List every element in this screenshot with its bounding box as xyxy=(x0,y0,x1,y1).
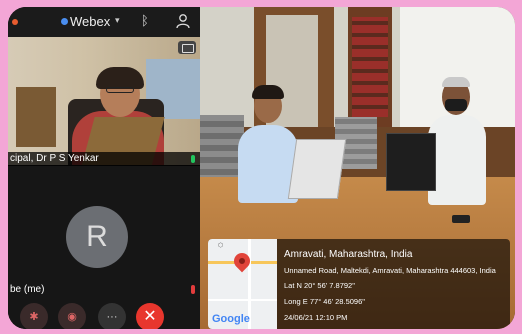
books xyxy=(352,17,388,117)
speaker-hair xyxy=(96,67,144,89)
remote-participant-name: cipal, Dr P S Yenkar xyxy=(10,153,99,164)
video-toggle-button[interactable]: ◉ xyxy=(58,303,86,329)
video-shelf xyxy=(16,87,56,147)
person-left-hair xyxy=(252,85,284,99)
avatar[interactable]: R xyxy=(66,206,128,268)
photo-collage: Webex ▾ ᛒ cipal, Dr P S Yenkar R be (me)… xyxy=(8,7,515,329)
geo-address: Unnamed Road, Maltekdi, Amravati, Mahara… xyxy=(284,266,496,275)
self-participant-name: be (me) xyxy=(10,284,45,295)
chevron-down-icon[interactable]: ▾ xyxy=(115,15,120,26)
speaker-glasses xyxy=(106,87,134,93)
map-road xyxy=(208,299,277,301)
mini-map: ⬡ Google xyxy=(208,239,277,329)
remote-name-bar: cipal, Dr P S Yenkar xyxy=(8,152,200,166)
record-indicator-icon xyxy=(12,19,18,25)
participants-icon[interactable] xyxy=(176,13,190,29)
end-call-button[interactable]: ✕ xyxy=(136,303,164,329)
status-bar: Webex ▾ ᛒ xyxy=(8,7,200,37)
bluetooth-icon[interactable]: ᛒ xyxy=(141,13,149,28)
phone-on-table xyxy=(452,215,470,223)
webex-logo-icon xyxy=(61,18,68,25)
office-photo: ⬡ Google Amravati, Maharashtra, India Un… xyxy=(200,7,515,329)
mic-muted-icon xyxy=(191,285,195,294)
more-button[interactable]: ··· xyxy=(98,303,126,329)
face-mask xyxy=(445,99,467,111)
camera-switch-icon[interactable] xyxy=(178,41,196,54)
geo-city: Amravati, Maharashtra, India xyxy=(284,249,413,260)
person-right-hair xyxy=(442,77,470,87)
laptop-silver xyxy=(287,139,347,199)
call-controls: ✱ ◉ ··· ✕ xyxy=(8,299,200,329)
road-shield-icon: ⬡ xyxy=(218,243,224,249)
remote-video-feed[interactable] xyxy=(8,37,200,165)
map-logo: Google xyxy=(212,313,250,325)
person-right-body xyxy=(428,115,486,205)
mic-on-icon xyxy=(191,155,195,163)
laptop-black xyxy=(386,133,436,191)
app-name[interactable]: Webex xyxy=(70,14,110,29)
geo-latitude: Lat N 20° 56' 7.8792" xyxy=(284,281,355,290)
geo-longitude: Long E 77° 46' 28.5096" xyxy=(284,297,365,306)
webex-phone-screen: Webex ▾ ᛒ cipal, Dr P S Yenkar R be (me)… xyxy=(8,7,200,329)
mute-button[interactable]: ✱ xyxy=(20,303,48,329)
geo-datetime: 24/06/21 12:10 PM xyxy=(284,313,348,322)
geotag-overlay: ⬡ Google Amravati, Maharashtra, India Un… xyxy=(208,239,510,329)
